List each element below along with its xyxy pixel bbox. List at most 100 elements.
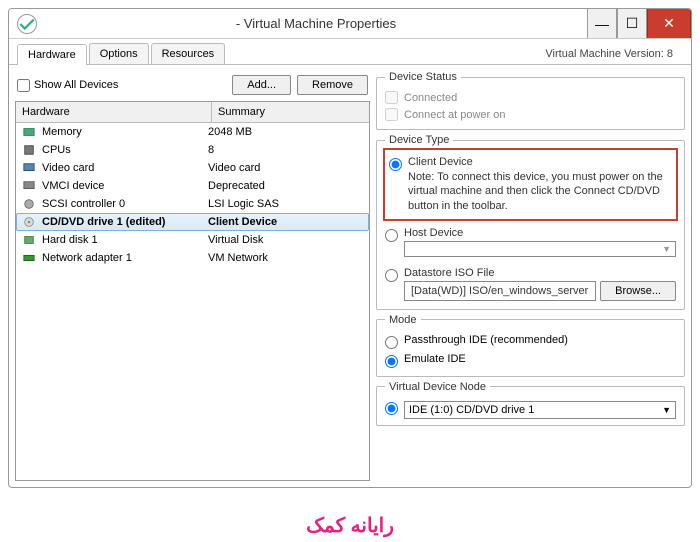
minimize-button[interactable]: — (587, 9, 617, 38)
col-hardware[interactable]: Hardware (16, 102, 212, 122)
table-row[interactable]: Video card Video card (16, 159, 369, 177)
emulate-radio[interactable]: Emulate IDE (385, 351, 676, 370)
device-icon (20, 161, 38, 175)
device-icon (20, 215, 38, 229)
left-panel: Show All Devices Add... Remove Hardware … (15, 71, 370, 481)
chevron-down-icon: ▼ (662, 244, 671, 254)
device-type-group: Device Type Client Device Note: To conne… (376, 134, 685, 310)
chevron-down-icon: ▼ (662, 405, 671, 415)
vdn-combo[interactable]: IDE (1:0) CD/DVD drive 1 ▼ (404, 401, 676, 419)
client-device-title: Client Device (408, 156, 672, 168)
mode-legend: Mode (385, 314, 421, 326)
host-device-body: Host Device ▼ (404, 227, 676, 257)
device-icon (20, 143, 38, 157)
device-name: CD/DVD drive 1 (edited) (42, 216, 165, 228)
connect-at-power-on-checkbox[interactable]: Connect at power on (385, 106, 676, 123)
titlebar: - Virtual Machine Properties — ☐ ✕ (9, 9, 691, 39)
connected-label: Connected (404, 92, 457, 104)
device-icon (20, 251, 38, 265)
connect-at-power-on-input (385, 108, 398, 121)
virtual-device-node-group: Virtual Device Node IDE (1:0) CD/DVD dri… (376, 381, 685, 426)
device-name: Video card (42, 162, 94, 174)
datastore-iso-radio[interactable]: Datastore ISO File [Data(WD)] ISO/en_win… (385, 265, 676, 303)
vdn-radio[interactable] (385, 402, 398, 415)
device-summary: Client Device (208, 216, 365, 228)
device-summary: 2048 MB (208, 126, 365, 138)
emulate-input[interactable] (385, 355, 398, 368)
left-toolbar: Show All Devices Add... Remove (15, 71, 370, 101)
show-all-devices-label: Show All Devices (34, 79, 118, 91)
device-name: Hard disk 1 (42, 234, 98, 246)
hardware-table: Hardware Summary Memory 2048 MB CPUs 8 Video… (15, 101, 370, 481)
footer-logo: رایانه کمک (0, 513, 700, 538)
tab-resources[interactable]: Resources (151, 43, 226, 64)
close-button[interactable]: ✕ (647, 9, 691, 38)
datastore-iso-input[interactable] (385, 269, 398, 282)
device-name: SCSI controller 0 (42, 198, 125, 210)
maximize-button[interactable]: ☐ (617, 9, 647, 38)
window-buttons: — ☐ ✕ (587, 9, 691, 38)
device-summary: Virtual Disk (208, 234, 365, 246)
device-icon (20, 197, 38, 211)
device-summary: LSI Logic SAS (208, 198, 365, 210)
iso-path-field[interactable]: [Data(WD)] ISO/en_windows_server (404, 281, 596, 301)
vm-version-label: Virtual Machine Version: 8 (545, 48, 683, 60)
device-name: CPUs (42, 144, 71, 156)
device-summary: 8 (208, 144, 365, 156)
table-row[interactable]: SCSI controller 0 LSI Logic SAS (16, 195, 369, 213)
hardware-table-header: Hardware Summary (16, 102, 369, 123)
tab-options[interactable]: Options (89, 43, 149, 64)
table-row[interactable]: CPUs 8 (16, 141, 369, 159)
host-device-title: Host Device (404, 227, 676, 239)
device-name: Memory (42, 126, 82, 138)
table-row[interactable]: CD/DVD drive 1 (edited) Client Device (16, 213, 369, 231)
table-row[interactable]: Memory 2048 MB (16, 123, 369, 141)
show-all-devices-input[interactable] (17, 79, 30, 92)
table-row[interactable]: VMCI device Deprecated (16, 177, 369, 195)
vdn-legend: Virtual Device Node (385, 381, 490, 393)
passthrough-label: Passthrough IDE (recommended) (404, 334, 568, 346)
device-summary: Video card (208, 162, 365, 174)
add-button[interactable]: Add... (232, 75, 291, 95)
iso-row: [Data(WD)] ISO/en_windows_server Browse.… (404, 281, 676, 301)
tabs-bar: Hardware Options Resources Virtual Machi… (9, 39, 691, 65)
table-row[interactable]: Network adapter 1 VM Network (16, 249, 369, 267)
passthrough-radio[interactable]: Passthrough IDE (recommended) (385, 332, 676, 351)
app-icon (17, 14, 37, 34)
right-panel: Device Status Connected Connect at power… (376, 71, 685, 481)
window-title: - Virtual Machine Properties (45, 16, 587, 31)
host-device-input[interactable] (385, 229, 398, 242)
host-device-radio[interactable]: Host Device ▼ (385, 225, 676, 259)
device-name: Network adapter 1 (42, 252, 132, 264)
device-type-legend: Device Type (385, 134, 453, 146)
tab-hardware[interactable]: Hardware (17, 44, 87, 65)
datastore-iso-title: Datastore ISO File (404, 267, 676, 279)
table-row[interactable]: Hard disk 1 Virtual Disk (16, 231, 369, 249)
device-summary: Deprecated (208, 180, 365, 192)
browse-button[interactable]: Browse... (600, 281, 676, 301)
connected-checkbox[interactable]: Connected (385, 89, 676, 106)
device-icon (20, 179, 38, 193)
device-icon (20, 125, 38, 139)
device-summary: VM Network (208, 252, 365, 264)
client-device-highlight: Client Device Note: To connect this devi… (383, 148, 678, 221)
vdn-row: IDE (1:0) CD/DVD drive 1 ▼ (385, 399, 676, 419)
vm-properties-window: - Virtual Machine Properties — ☐ ✕ Hardw… (8, 8, 692, 488)
passthrough-input[interactable] (385, 336, 398, 349)
panel-row: Show All Devices Add... Remove Hardware … (9, 65, 691, 487)
client-device-radio[interactable]: Client Device Note: To connect this devi… (389, 154, 672, 215)
client-device-input[interactable] (389, 158, 402, 171)
col-summary[interactable]: Summary (212, 102, 369, 122)
device-status-group: Device Status Connected Connect at power… (376, 71, 685, 130)
client-device-note: Note: To connect this device, you must p… (408, 170, 672, 213)
remove-button[interactable]: Remove (297, 75, 368, 95)
mode-group: Mode Passthrough IDE (recommended) Emula… (376, 314, 685, 377)
vdn-value: IDE (1:0) CD/DVD drive 1 (409, 404, 534, 416)
device-name: VMCI device (42, 180, 104, 192)
emulate-label: Emulate IDE (404, 353, 466, 365)
device-status-legend: Device Status (385, 71, 461, 83)
host-device-combo[interactable]: ▼ (404, 241, 676, 257)
hardware-rows: Memory 2048 MB CPUs 8 Video card Video card VM… (16, 123, 369, 267)
show-all-devices-checkbox[interactable]: Show All Devices (17, 79, 226, 92)
device-icon (20, 233, 38, 247)
